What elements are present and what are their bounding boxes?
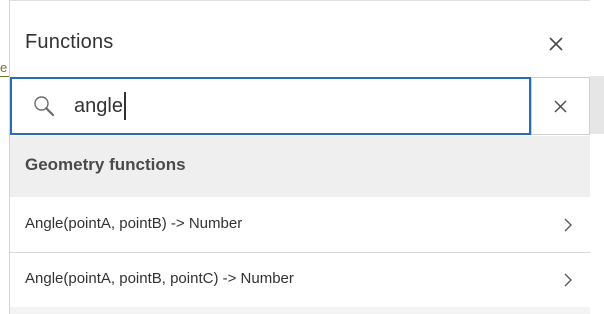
search-input-value-wrap: angle — [74, 92, 126, 120]
group-header-geometry-functions[interactable]: Geometry functions — [10, 136, 590, 197]
underlying-editor-text: e — [0, 60, 8, 75]
function-item-angle-3pt[interactable]: Angle(pointA, pointB, pointC) -> Number — [10, 253, 590, 308]
search-input[interactable]: angle — [10, 77, 531, 135]
backdrop-strip — [590, 0, 604, 314]
chevron-right-icon — [564, 273, 572, 287]
close-icon — [549, 37, 563, 51]
clear-icon — [554, 100, 567, 113]
text-caret — [123, 92, 126, 120]
panel-title: Functions — [25, 31, 114, 53]
function-label: Angle(pointA, pointB) -> Number — [25, 215, 243, 232]
backdrop-block — [590, 76, 604, 134]
chevron-right-icon — [564, 218, 572, 232]
underlying-editor-underline — [0, 76, 9, 77]
group-label: Geometry functions — [25, 155, 186, 174]
underlying-editor-edge: e — [0, 0, 10, 314]
close-panel-button[interactable] — [547, 35, 565, 53]
panel-header: Functions — [10, 1, 590, 77]
function-item-angle-2pt[interactable]: Angle(pointA, pointB) -> Number — [10, 198, 590, 253]
search-row: angle — [10, 77, 590, 135]
functions-panel: Functions angle Geometry functions Angle… — [10, 0, 590, 314]
search-icon — [34, 96, 55, 117]
function-label: Angle(pointA, pointB, pointC) -> Number — [25, 270, 294, 287]
search-input-value: angle — [74, 95, 123, 117]
functions-panel-window: e Functions angle Geometry functions Ang… — [0, 0, 604, 314]
list-bottom-band — [10, 307, 590, 314]
clear-search-button[interactable] — [531, 77, 590, 135]
